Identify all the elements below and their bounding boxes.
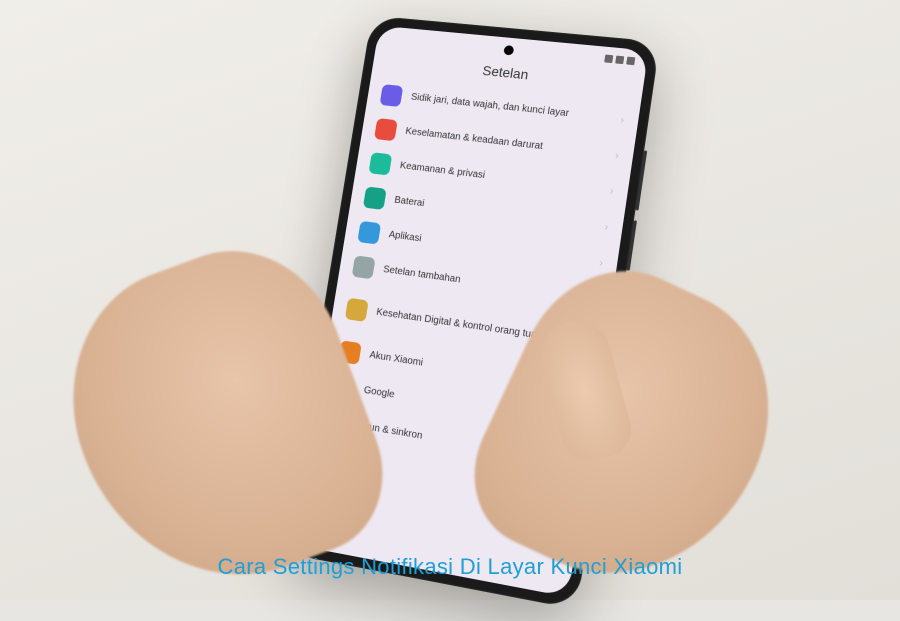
wifi-icon bbox=[615, 56, 624, 65]
photo-scene: Setelan Sidik jari, data wajah, dan kunc… bbox=[0, 0, 900, 600]
more-icon bbox=[352, 255, 376, 279]
signal-icon bbox=[604, 55, 613, 64]
chevron-right-icon: › bbox=[615, 150, 620, 161]
fingerprint-icon bbox=[380, 84, 404, 107]
chevron-right-icon: › bbox=[620, 114, 625, 125]
chevron-right-icon: › bbox=[604, 221, 609, 232]
chevron-right-icon: › bbox=[599, 257, 604, 268]
volume-button[interactable] bbox=[635, 150, 647, 210]
power-button[interactable] bbox=[627, 220, 637, 271]
emergency-icon bbox=[374, 118, 398, 141]
battery-icon bbox=[363, 186, 387, 210]
apps-icon bbox=[357, 221, 381, 245]
battery-icon bbox=[626, 57, 635, 66]
wellbeing-icon bbox=[345, 298, 369, 322]
chevron-right-icon: › bbox=[609, 185, 614, 196]
image-caption: Cara Settings Notifikasi Di Layar Kunci … bbox=[0, 554, 900, 580]
shield-icon bbox=[368, 152, 392, 175]
